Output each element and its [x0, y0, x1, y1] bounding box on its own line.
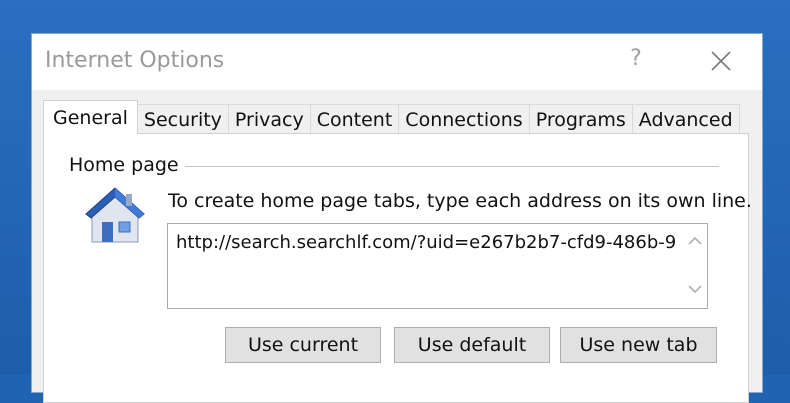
tab-label: Programs — [535, 108, 626, 131]
tab-label: Security — [143, 108, 222, 131]
close-button[interactable] — [704, 44, 738, 78]
tab-connections[interactable]: Connections — [398, 104, 530, 134]
use-current-button[interactable]: Use current — [225, 327, 381, 363]
window-title: Internet Options — [45, 48, 225, 73]
tab-privacy[interactable]: Privacy — [227, 104, 311, 134]
tab-label: Advanced — [638, 108, 733, 131]
title-bar: Internet Options ? — [32, 34, 762, 90]
help-button[interactable]: ? — [624, 46, 648, 74]
scroll-up-icon[interactable] — [687, 234, 703, 248]
home-page-instruction: To create home page tabs, type each addr… — [168, 190, 752, 212]
group-divider — [184, 166, 719, 167]
tab-label: Connections — [405, 108, 523, 131]
home-page-group-label: Home page — [69, 154, 185, 176]
home-page-textarea[interactable]: http://search.searchlf.com/?uid=e267b2b7… — [167, 223, 708, 309]
tab-general[interactable]: General — [43, 100, 138, 134]
tab-label: General — [53, 106, 128, 129]
tab-programs[interactable]: Programs — [528, 104, 633, 134]
scroll-down-icon[interactable] — [687, 282, 703, 296]
tab-label: Content — [316, 108, 393, 131]
tab-content[interactable]: Content — [309, 104, 400, 134]
general-tab-panel: Home page To create home page tabs, type… — [43, 133, 752, 403]
close-icon — [711, 51, 731, 71]
tab-advanced[interactable]: Advanced — [631, 104, 740, 134]
tab-security[interactable]: Security — [136, 104, 229, 134]
home-page-url[interactable]: http://search.searchlf.com/?uid=e267b2b7… — [176, 232, 676, 253]
use-new-tab-button[interactable]: Use new tab — [560, 327, 717, 363]
tab-strip: General Security Privacy Content Connect… — [43, 100, 740, 134]
use-default-button[interactable]: Use default — [394, 327, 550, 363]
tab-label: Privacy — [234, 108, 304, 131]
internet-options-dialog: Internet Options ? General Security Priv… — [31, 33, 763, 403]
house-icon — [85, 187, 145, 243]
textarea-scrollbar[interactable] — [683, 224, 707, 308]
